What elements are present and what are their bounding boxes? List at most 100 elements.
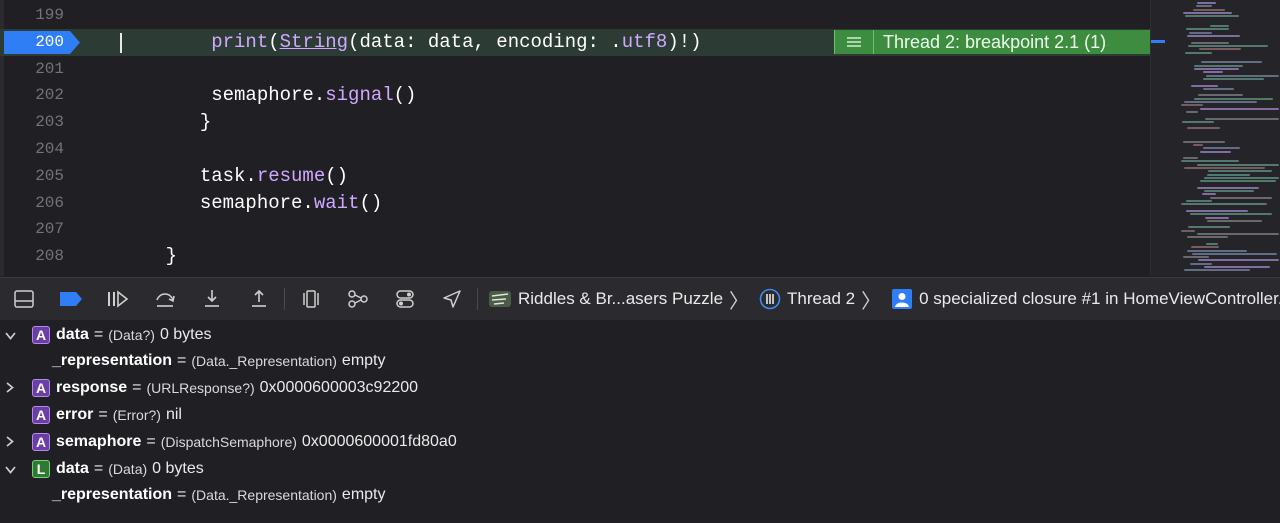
variable-type: (DispatchSemaphore) xyxy=(160,433,297,450)
line-number[interactable]: 205 xyxy=(8,163,64,190)
code-text[interactable]: semaphore.wait() xyxy=(120,190,382,217)
line-number[interactable]: 200 xyxy=(8,29,64,56)
minimap-code-stroke xyxy=(1188,226,1230,229)
minimap-code-stroke xyxy=(1183,256,1209,259)
minimap-code-stroke xyxy=(1181,203,1267,206)
variable-name: data xyxy=(56,459,89,477)
code-line[interactable]: 207 xyxy=(0,216,1150,243)
minimap-code-stroke xyxy=(1204,190,1254,193)
argument-badge-icon: A xyxy=(32,405,50,424)
hide-debug-area-button[interactable] xyxy=(0,278,47,320)
variables-view[interactable]: Adata = (Data?) 0 bytes _representation = (Dat… xyxy=(0,320,1280,523)
variable-row[interactable]: Ldata = (Data) 0 bytes xyxy=(0,455,1280,482)
code-line[interactable]: 205 task.resume() xyxy=(0,163,1150,190)
equals-sign: = xyxy=(98,405,108,423)
code-line[interactable]: 208 } xyxy=(0,243,1150,270)
chevron-right-icon[interactable] xyxy=(0,380,20,396)
code-line[interactable]: 206 semaphore.wait() xyxy=(0,190,1150,217)
debug-memory-graph-button[interactable] xyxy=(334,278,381,320)
minimap-code-stroke xyxy=(1191,84,1218,87)
minimap-code-stroke xyxy=(1196,5,1212,8)
minimap-code-stroke xyxy=(1190,262,1212,265)
minimap-code-stroke xyxy=(1193,143,1203,146)
source-editor[interactable]: 199 200 print(String(data: data, encoding… xyxy=(0,0,1280,276)
variable-row[interactable]: Asemaphore = (DispatchSemaphore) 0x00006000… xyxy=(0,428,1280,455)
environment-overrides-button[interactable] xyxy=(381,278,428,320)
code-token: ( xyxy=(268,30,280,53)
code-text[interactable]: } xyxy=(120,243,177,270)
code-text[interactable]: semaphore.signal() xyxy=(120,82,416,109)
continue-button[interactable] xyxy=(94,278,141,320)
minimap-code-stroke xyxy=(1185,15,1239,18)
step-over-button[interactable] xyxy=(141,278,188,320)
debug-view-hierarchy-button[interactable] xyxy=(287,278,334,320)
code-line[interactable]: 204 xyxy=(0,136,1150,163)
simulate-location-button[interactable] xyxy=(428,278,475,320)
argument-badge-icon: A xyxy=(32,432,50,451)
minimap[interactable] xyxy=(1150,0,1280,276)
user-frame-icon xyxy=(891,288,913,310)
code-text[interactable]: task.resume() xyxy=(120,163,348,190)
panel-icon xyxy=(13,290,34,308)
code-token: String xyxy=(279,30,349,53)
code-token: wait xyxy=(313,191,360,214)
line-number[interactable]: 202 xyxy=(8,82,64,109)
code-line[interactable]: 199 xyxy=(0,2,1150,29)
code-line[interactable]: 203 } xyxy=(0,109,1150,136)
chevron-down-icon[interactable] xyxy=(0,327,20,343)
line-number[interactable]: 199 xyxy=(8,2,64,29)
variable-name: response xyxy=(56,379,128,397)
minimap-code-stroke xyxy=(1201,61,1262,64)
minimap-code-stroke xyxy=(1193,8,1225,11)
line-number[interactable]: 203 xyxy=(8,109,64,136)
variable-row[interactable]: Aerror = (Error?) nil xyxy=(0,401,1280,428)
breadcrumb-thread-label: Thread 2 xyxy=(787,289,856,308)
toolbar-separator xyxy=(477,288,478,310)
view-hierarchy-icon xyxy=(302,290,319,308)
code-text[interactable]: print(String(data: data, encoding: .utf8… xyxy=(120,29,702,56)
breadcrumb-app[interactable]: Riddles & Br...asers Puzzle 〉 xyxy=(480,285,751,314)
variable-name: _representation xyxy=(52,352,173,370)
variable-row[interactable]: _representation = (Data._Representation) em… xyxy=(0,482,1280,509)
minimap-code-stroke xyxy=(1186,200,1212,202)
code-line[interactable]: 202 semaphore.signal() xyxy=(0,82,1150,109)
breakpoint-icon xyxy=(59,292,82,306)
step-out-button[interactable] xyxy=(235,278,282,320)
code-line[interactable]: 201 xyxy=(0,56,1150,83)
variable-row[interactable]: _representation = (Data._Representation) em… xyxy=(0,348,1280,375)
variable-row[interactable]: Adata = (Data?) 0 bytes xyxy=(0,321,1280,348)
line-number[interactable]: 207 xyxy=(8,216,64,243)
step-over-icon xyxy=(155,293,175,307)
breakpoints-toggle-button[interactable] xyxy=(47,278,94,320)
code-text[interactable]: } xyxy=(120,109,211,136)
minimap-code-stroke xyxy=(1186,28,1229,31)
minimap-code-stroke xyxy=(1204,266,1270,268)
chevron-right-icon[interactable] xyxy=(0,434,20,450)
line-number[interactable]: 206 xyxy=(8,190,64,217)
breadcrumb-frame[interactable]: 0 specialized closure #1 in HomeViewCont… xyxy=(883,288,1280,310)
minimap-code-stroke xyxy=(1206,242,1218,245)
step-into-button[interactable] xyxy=(188,278,235,320)
line-number[interactable]: 201 xyxy=(8,56,64,83)
variable-value: 0x0000600003c92200 xyxy=(259,379,419,397)
chevron-down-icon[interactable] xyxy=(0,461,20,477)
code-token: print xyxy=(211,30,269,53)
breadcrumb-thread[interactable]: Thread 2 〉 xyxy=(751,285,883,314)
minimap-code-stroke xyxy=(1200,150,1231,153)
line-number[interactable]: 204 xyxy=(8,136,64,163)
minimap-code-stroke xyxy=(1203,77,1264,80)
breadcrumb-frame-label: 0 specialized closure #1 in HomeViewCont… xyxy=(919,289,1280,308)
variable-row[interactable]: Aresponse = (URLResponse?) 0x0000600003c922… xyxy=(0,375,1280,402)
variable-value: nil xyxy=(165,405,182,423)
equals-sign: = xyxy=(93,459,104,477)
code-token: )!) xyxy=(667,30,702,53)
code-token: signal xyxy=(325,84,394,107)
variable-name: error xyxy=(56,405,94,423)
minimap-code-stroke xyxy=(1186,209,1248,212)
code-token: () xyxy=(359,191,383,214)
line-number[interactable]: 208 xyxy=(8,243,64,270)
minimap-code-stroke xyxy=(1192,252,1277,255)
breakpoint-annotation[interactable]: Thread 2: breakpoint 2.1 (1) xyxy=(834,30,1151,54)
minimap-code-stroke xyxy=(1197,163,1279,166)
code-token: () xyxy=(393,84,417,107)
